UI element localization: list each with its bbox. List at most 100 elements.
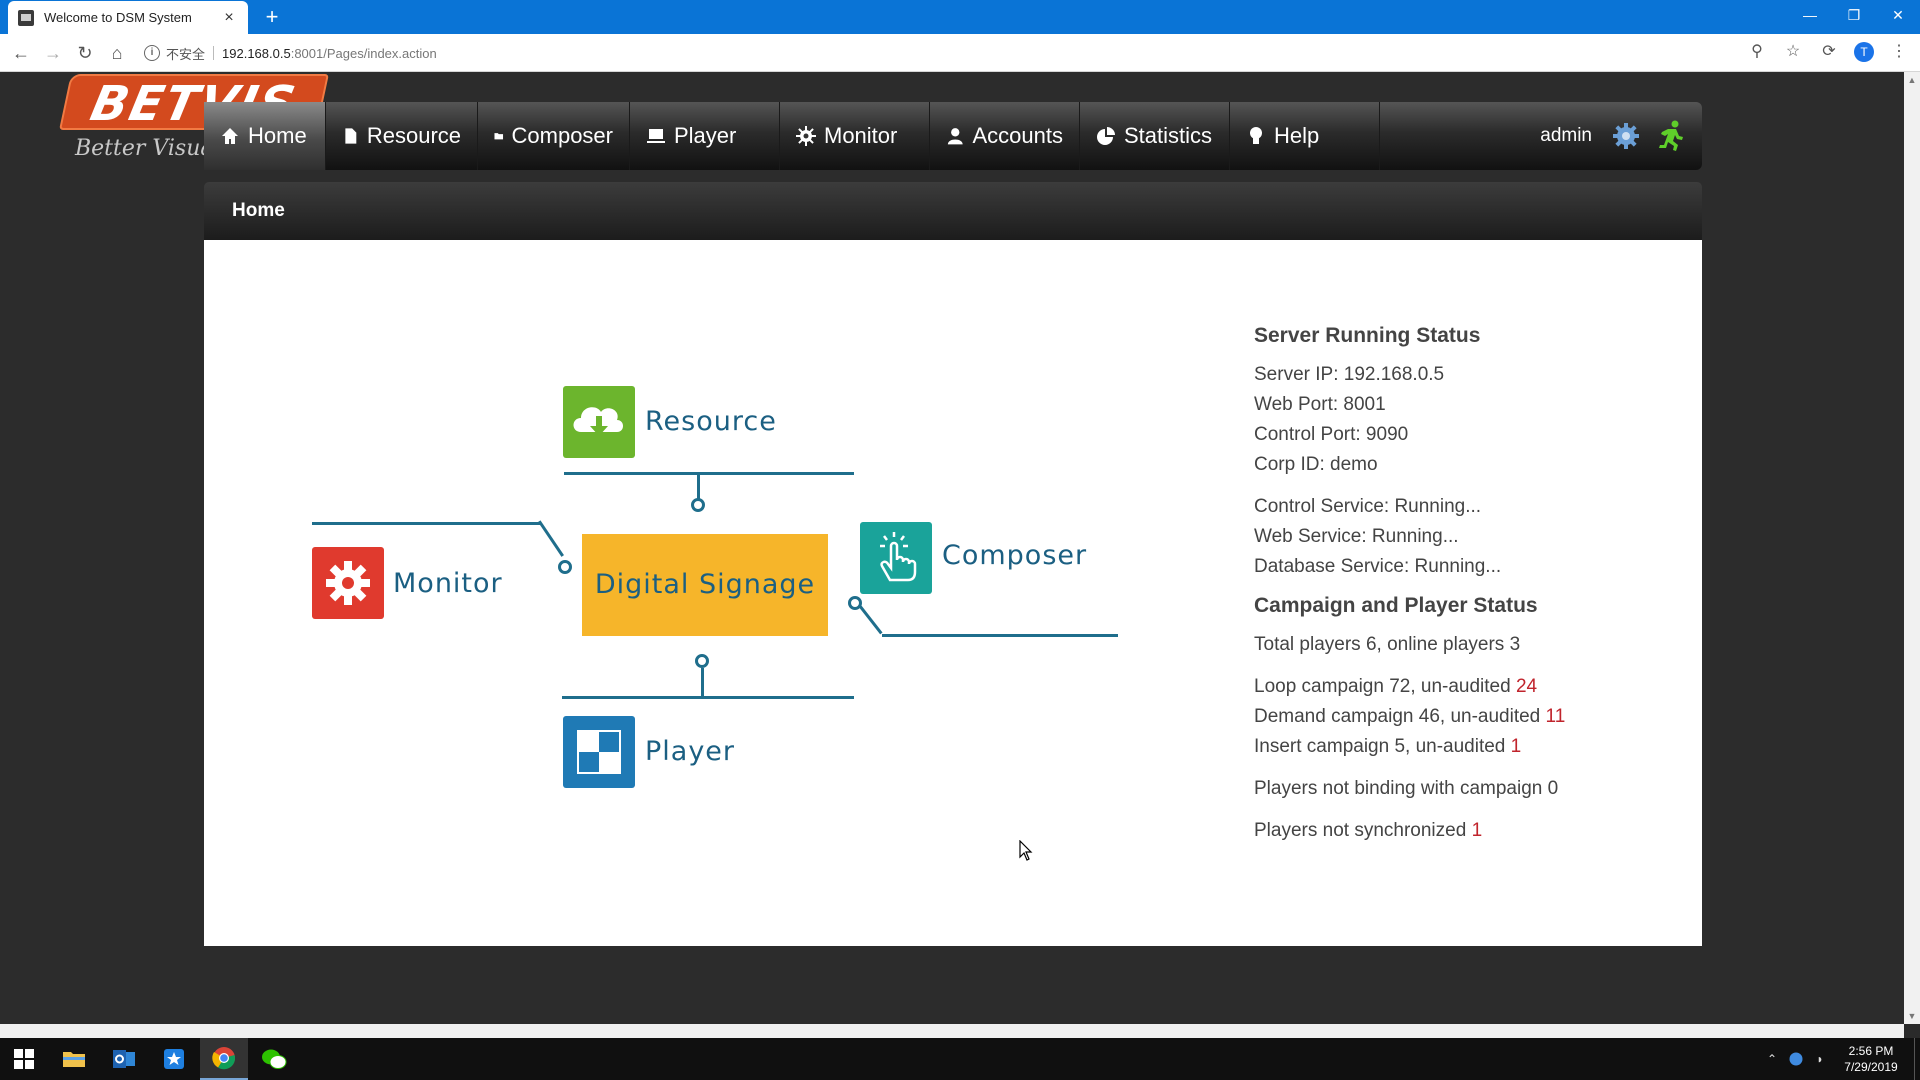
reload-button[interactable]: ↻ [72, 41, 98, 65]
browser-menu-icon[interactable]: ⋮ [1888, 41, 1910, 63]
not-sync-text: Players not synchronized [1254, 820, 1472, 841]
cloud-download-icon [573, 407, 623, 436]
file-icon [345, 128, 357, 144]
url-field[interactable]: i 不安全 192.168.0.5 :8001/Pages/index.acti… [144, 40, 1784, 66]
scroll-down-icon[interactable]: ▼ [1904, 1008, 1920, 1024]
players-group: Total players 6, online players 3 [1254, 630, 1674, 660]
server-ip: Server IP: 192.168.0.5 [1254, 364, 1445, 385]
nav-label-player: Player [674, 123, 737, 148]
horizontal-scrollbar[interactable] [0, 1024, 1904, 1038]
logout-running-man-icon[interactable] [1656, 120, 1686, 152]
player-squares-icon [577, 730, 621, 774]
composer-tile[interactable] [860, 522, 932, 594]
digital-signage-center: Digital Signage [582, 534, 828, 636]
composer-connector-diagonal [858, 604, 883, 635]
window-controls: — ❐ ✕ [1788, 0, 1920, 30]
folder-icon [63, 1052, 85, 1067]
composer-label: Composer [942, 540, 1088, 571]
control-service-status: Control Service: Running... [1254, 496, 1482, 517]
clock-date: 7/29/2019 [1844, 1060, 1898, 1074]
campaign-status-heading: Campaign and Player Status [1254, 594, 1538, 617]
taskbar-chrome[interactable] [200, 1038, 248, 1080]
home-icon [222, 128, 238, 144]
nav-item-statistics[interactable]: Statistics [1080, 102, 1230, 170]
server-status-heading: Server Running Status [1254, 324, 1481, 347]
database-service-status: Database Service: Running... [1254, 556, 1502, 577]
browser-tab[interactable]: Welcome to DSM System × [8, 1, 248, 34]
insert-campaign-text: Insert campaign 5, un-audited [1254, 736, 1511, 757]
nav-item-player[interactable]: Player [630, 102, 780, 170]
taskbar-file-explorer[interactable] [50, 1038, 98, 1080]
scroll-up-icon[interactable]: ▲ [1904, 72, 1920, 88]
tray-app-icon[interactable] [1784, 1038, 1808, 1080]
tab-favicon-icon [18, 9, 34, 26]
monitor-label: Monitor [393, 568, 503, 599]
taskbar-pinned-app[interactable] [150, 1038, 198, 1080]
resource-tile[interactable] [563, 386, 635, 458]
web-service-status: Web Service: Running... [1254, 526, 1459, 547]
monitor-tile[interactable] [312, 547, 384, 619]
web-port: Web Port: 8001 [1254, 394, 1386, 415]
resource-connector-stem [697, 474, 700, 500]
taskbar-wechat[interactable] [250, 1038, 298, 1080]
nav-item-accounts[interactable]: Accounts [930, 102, 1080, 170]
settings-gear-icon[interactable] [1612, 122, 1640, 150]
user-icon [947, 128, 963, 145]
star-app-icon [164, 1049, 184, 1069]
url-host: 192.168.0.5 [222, 45, 291, 61]
show-desktop-button[interactable] [1914, 1038, 1920, 1080]
nav-label-help: Help [1274, 123, 1320, 148]
demand-unaudited-count[interactable]: 11 [1546, 706, 1566, 727]
nav-item-resource[interactable]: Resource [326, 102, 478, 170]
nav-label-home: Home [248, 123, 307, 148]
nav-item-composer[interactable]: Composer [478, 102, 630, 170]
bookmark-star-icon[interactable]: ☆ [1782, 41, 1804, 63]
player-connector-line [562, 696, 854, 699]
breadcrumb-home[interactable]: Home [232, 182, 285, 240]
sync-group: Players not synchronized 1 [1254, 816, 1674, 846]
nav-label-resource: Resource [366, 123, 461, 148]
touch-hand-icon [880, 532, 917, 582]
minimize-button[interactable]: — [1788, 0, 1832, 30]
tab-title: Welcome to DSM System [44, 10, 192, 25]
not-sync-count[interactable]: 1 [1472, 820, 1483, 841]
address-bar-actions: ⚲ ☆ ⟳ T ⋮ [1746, 41, 1910, 63]
vertical-scrollbar[interactable]: ▲ ▼ [1904, 72, 1920, 1024]
folder-icon [494, 133, 504, 140]
taskbar-clock[interactable]: 2:56 PM 7/29/2019 [1832, 1043, 1910, 1075]
start-button[interactable] [0, 1038, 48, 1080]
nav-item-help[interactable]: Help [1230, 102, 1380, 170]
outlook-icon [113, 1050, 135, 1068]
new-tab-button[interactable]: + [258, 4, 286, 30]
insert-campaign: Insert campaign 5, un-audited 1 [1254, 732, 1674, 762]
close-window-button[interactable]: ✕ [1876, 0, 1920, 30]
site-info-icon[interactable]: i [144, 45, 160, 61]
players-not-binding: Players not binding with campaign 0 [1254, 778, 1559, 799]
nav-username[interactable]: admin [1540, 102, 1592, 170]
home-browser-button[interactable]: ⌂ [104, 41, 130, 65]
nav-label-monitor: Monitor [824, 123, 898, 148]
loop-unaudited-count[interactable]: 24 [1516, 676, 1537, 697]
zoom-icon[interactable]: ⚲ [1746, 41, 1768, 63]
nav-item-monitor[interactable]: Monitor [780, 102, 930, 170]
network-icon[interactable]: ◗ [1808, 1038, 1832, 1080]
resource-label: Resource [645, 406, 777, 437]
restore-button[interactable]: ❐ [1832, 0, 1876, 30]
nav-label-statistics: Statistics [1124, 123, 1213, 148]
forward-button[interactable]: → [40, 41, 66, 65]
taskbar-outlook[interactable] [100, 1038, 148, 1080]
extension-icon[interactable]: ⟳ [1818, 41, 1840, 63]
page-viewport: BETVIS Better Visual Home Resource Compo… [0, 72, 1920, 1024]
tray-expand-icon[interactable]: ⌃ [1760, 1038, 1784, 1080]
loop-campaign-text: Loop campaign 72, un-audited [1254, 676, 1516, 697]
mouse-cursor-icon [1019, 840, 1033, 861]
tab-close-button[interactable]: × [220, 9, 238, 27]
insert-unaudited-count[interactable]: 1 [1511, 736, 1522, 757]
player-tile[interactable] [563, 716, 635, 788]
back-button[interactable]: ← [8, 41, 34, 65]
browser-titlebar: Welcome to DSM System × + — ❐ ✕ [0, 0, 1920, 34]
gear-icon [796, 126, 816, 146]
binding-group: Players not binding with campaign 0 [1254, 774, 1674, 804]
nav-item-home[interactable]: Home [204, 102, 326, 170]
profile-avatar[interactable]: T [1854, 42, 1874, 62]
